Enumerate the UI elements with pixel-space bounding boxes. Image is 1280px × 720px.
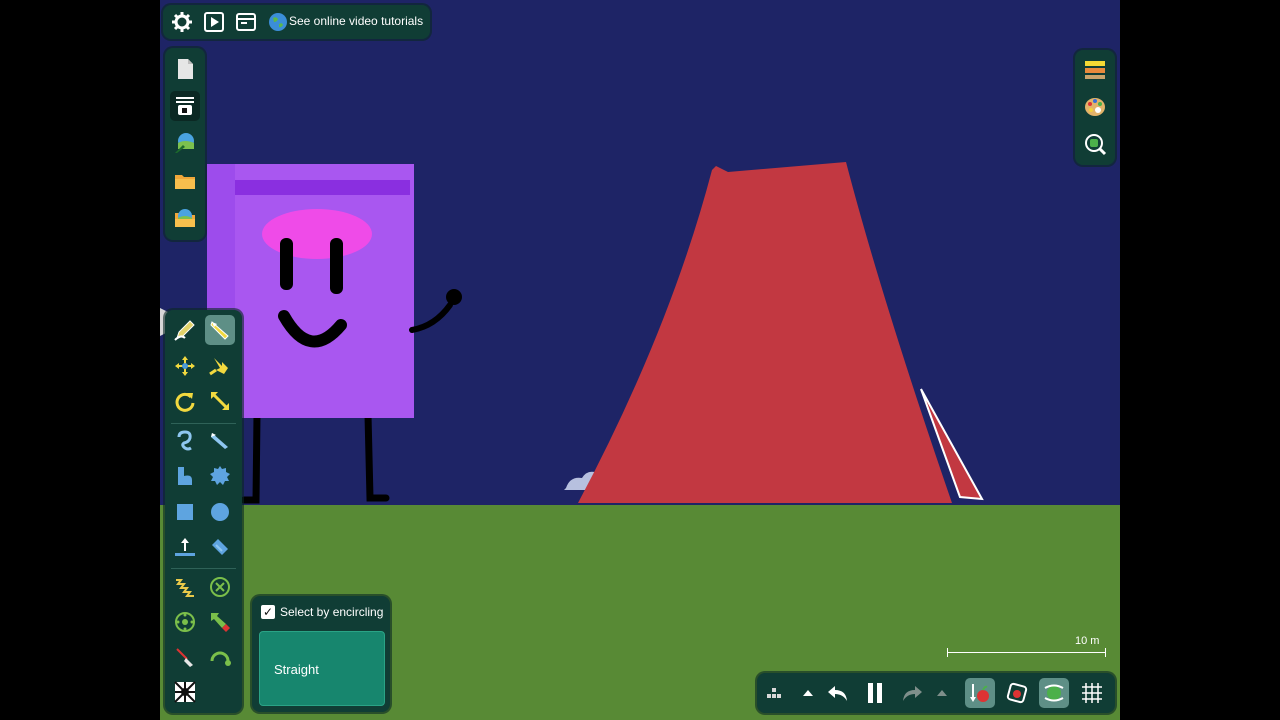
draw-tool-icon[interactable]	[170, 315, 200, 345]
sketch-tool-icon[interactable]	[170, 426, 200, 456]
scale-bar	[947, 652, 1105, 653]
air-friction-icon[interactable]	[1002, 678, 1032, 708]
character-face-patch[interactable]	[262, 209, 372, 259]
zoom-icon[interactable]	[1080, 129, 1110, 159]
play-square-icon[interactable]	[199, 7, 229, 37]
tools-separator	[171, 423, 236, 424]
simulation-toolbar	[757, 673, 1115, 713]
controller-icon[interactable]	[1039, 678, 1069, 708]
open-folder-icon[interactable]	[170, 166, 200, 196]
texture-tool-icon[interactable]	[170, 677, 200, 707]
spring-tool-icon[interactable]	[170, 572, 200, 602]
tutorials-link[interactable]: See online video tutorials	[289, 14, 423, 28]
redo-icon[interactable]	[897, 678, 927, 708]
view-panel	[1075, 50, 1115, 165]
select-options-panel: ✓ Select by encircling Straight	[252, 596, 390, 712]
encircle-checkbox[interactable]: ✓	[261, 605, 275, 619]
layers-icon[interactable]	[170, 91, 200, 121]
rotate-tool-icon[interactable]	[170, 386, 200, 416]
character-right-eye[interactable]	[330, 238, 343, 294]
scale-tick-right	[1105, 648, 1106, 657]
encircle-label: Select by encircling	[280, 605, 384, 619]
gear-icon[interactable]	[167, 7, 197, 37]
grid-icon[interactable]	[1077, 678, 1107, 708]
window-icon[interactable]	[231, 7, 261, 37]
character-band[interactable]	[207, 180, 410, 195]
drag-tool-icon[interactable]	[205, 351, 235, 381]
new-file-icon[interactable]	[170, 54, 200, 84]
tools-panel	[165, 310, 242, 713]
top-toolbar: See online video tutorials	[163, 5, 430, 39]
chain-tool-icon[interactable]	[205, 532, 235, 562]
straight-label: Straight	[274, 662, 319, 677]
character-left-leg[interactable]	[240, 411, 261, 504]
gravity-icon[interactable]	[965, 678, 995, 708]
scale-tool-icon[interactable]	[205, 386, 235, 416]
fixate-tool-icon[interactable]	[205, 572, 235, 602]
gear-shape-icon[interactable]	[205, 461, 235, 491]
laser-tool-icon[interactable]	[170, 642, 200, 672]
box-tool-icon[interactable]	[170, 497, 200, 527]
knife-tool-icon[interactable]	[205, 426, 235, 456]
select-tool-icon[interactable]	[205, 315, 235, 345]
character-right-leg[interactable]	[364, 411, 390, 502]
tools-separator-2	[171, 568, 236, 569]
undo-icon[interactable]	[823, 678, 853, 708]
character-hand[interactable]	[446, 289, 462, 305]
scene-settings-icon[interactable]	[170, 128, 200, 158]
volcano-shape[interactable]	[578, 162, 952, 503]
move-tool-icon[interactable]	[170, 351, 200, 381]
plane-tool-icon[interactable]	[170, 532, 200, 562]
axle-tool-icon[interactable]	[170, 607, 200, 637]
palette-icon[interactable]	[1080, 92, 1110, 122]
character-left-eye[interactable]	[280, 238, 293, 290]
tracer-tool-icon[interactable]	[205, 607, 235, 637]
chevron-up-icon-2[interactable]	[927, 678, 957, 708]
chevron-up-icon[interactable]	[793, 678, 823, 708]
file-panel	[165, 48, 205, 240]
character-arm[interactable]	[409, 302, 453, 333]
circle-tool-icon[interactable]	[205, 497, 235, 527]
scale-label: 10 m	[1075, 635, 1100, 647]
scale-tick-left	[947, 648, 948, 657]
hinge-tool-icon[interactable]	[205, 642, 235, 672]
straight-mode-button[interactable]: Straight	[259, 631, 385, 706]
grid-dots-icon[interactable]	[759, 678, 789, 708]
brush-tool-icon[interactable]	[170, 461, 200, 491]
background-layers-icon[interactable]	[1080, 55, 1110, 85]
pause-icon[interactable]	[860, 678, 890, 708]
example-scenes-icon[interactable]	[170, 204, 200, 234]
